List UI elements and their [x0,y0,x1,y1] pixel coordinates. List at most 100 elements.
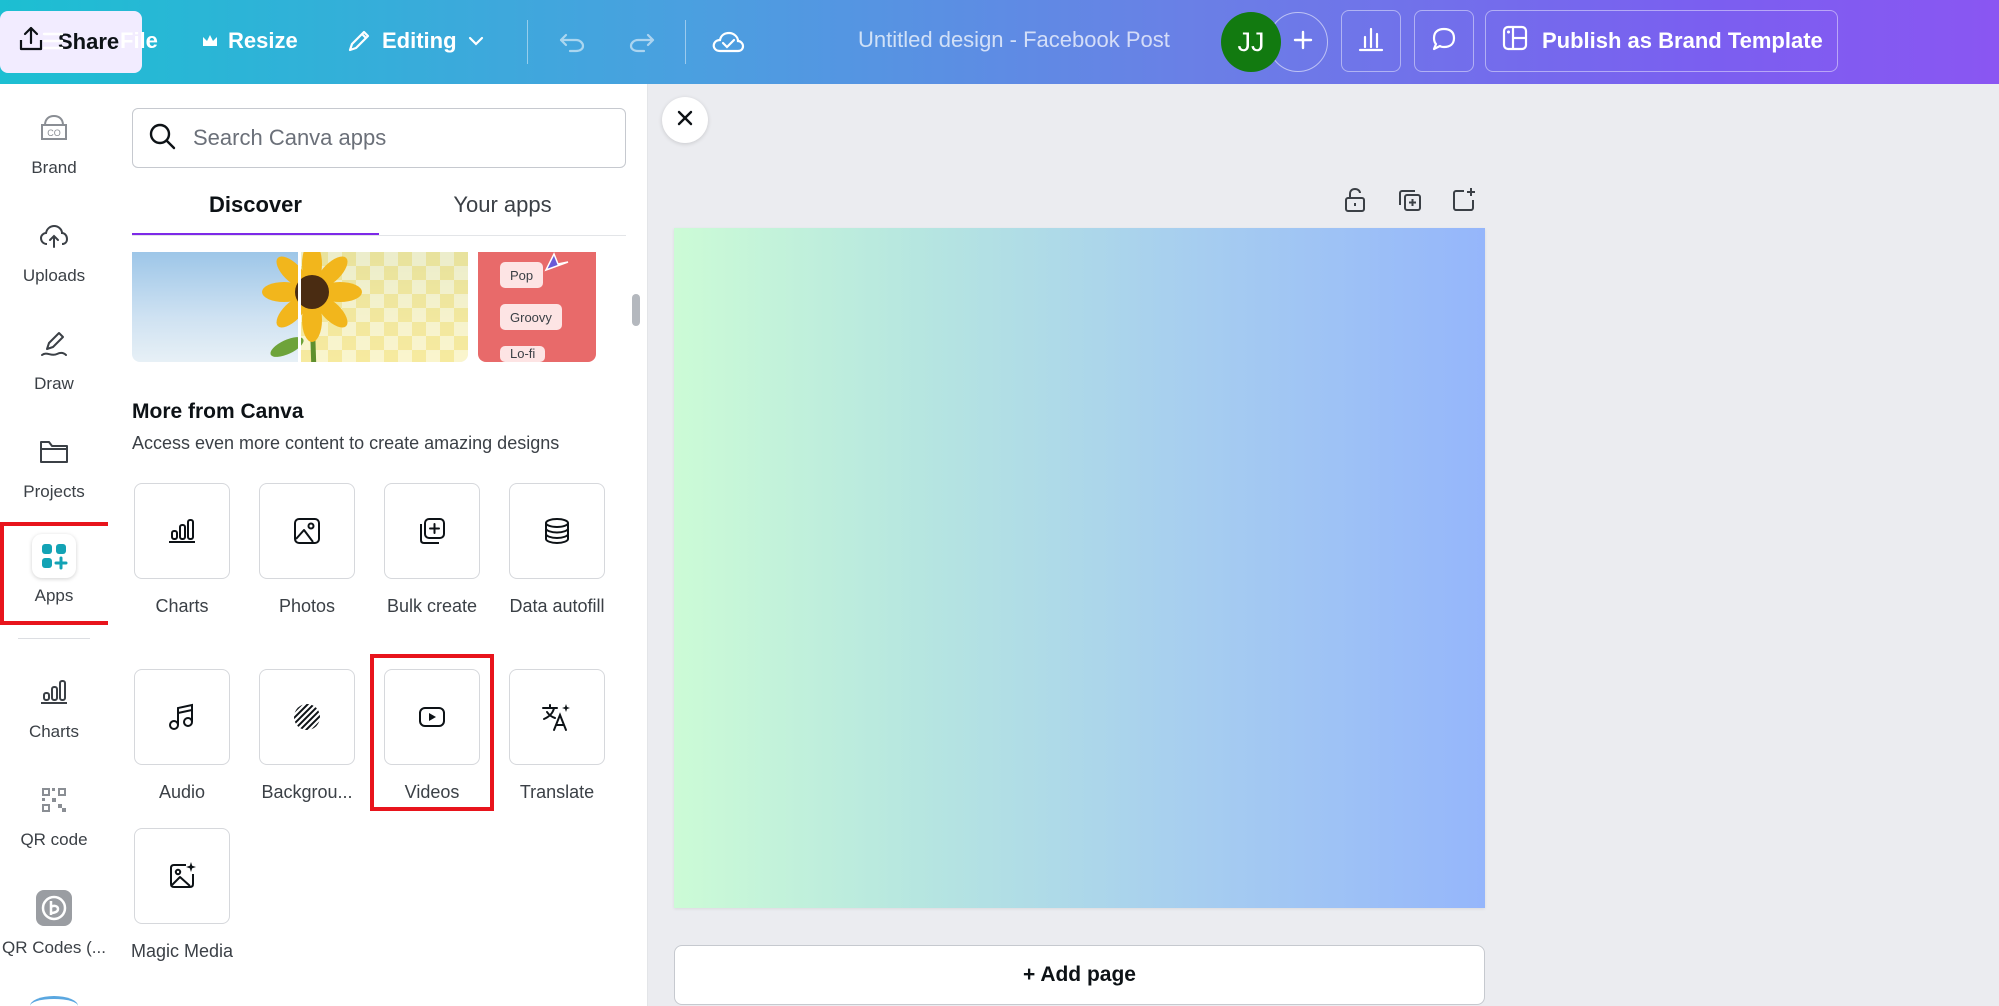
redo-icon [626,25,658,57]
add-page-button[interactable] [1446,184,1482,220]
undo-icon [556,25,588,57]
duplicate-page-button[interactable] [1392,184,1428,220]
hamburger-menu-icon [38,26,68,56]
fonts-styles-banner[interactable]: Pop Groovy Lo-fi [478,252,596,362]
play-video-icon [384,669,480,765]
background-remover-banner[interactable] [132,252,468,362]
split-divider [298,252,301,362]
app-tile-charts[interactable]: Charts [132,483,232,619]
add-page-bar-button[interactable]: + Add page [674,945,1485,1005]
app-tile-videos[interactable]: Videos [382,669,482,805]
cloud-check-icon [710,24,746,60]
sidebar-divider [18,638,90,639]
style-chip: Lo-fi [500,346,546,362]
app-tile-data-autofill[interactable]: Data autofill [507,483,607,619]
bar-chart-icon [134,483,230,579]
top-toolbar: File Resize Editing Untitled design - Fa… [0,0,1999,84]
sidebar-item-uploads[interactable]: Uploads [0,214,108,286]
app-tile-backgrounds[interactable]: Backgrou... [257,669,357,805]
app-label: Magic Media [130,941,234,961]
editing-mode-dropdown[interactable]: Editing [344,26,487,56]
qr-codes-app-icon [32,886,76,930]
app-tile-audio[interactable]: Audio [132,669,232,805]
sidebar-item-charts[interactable]: Charts [0,670,108,742]
apps-grid-icon [32,534,76,578]
magic-media-icon [134,828,230,924]
sidebar-item-projects[interactable]: Projects [0,430,108,502]
menu-button[interactable] [38,26,68,56]
style-chip: Groovy [500,304,562,330]
app-label: Photos [278,596,336,616]
apps-panel: Discover Your apps Pop Groovy Lo-fi More… [108,84,648,1006]
sidebar-label: Projects [23,482,85,501]
cursor-pointer-icon [544,252,569,272]
svg-text:CO: CO [47,128,61,138]
resize-button[interactable]: Resize [200,28,298,54]
app-label: Videos [404,782,460,802]
app-label: Bulk create [386,596,478,616]
app-tile-translate[interactable]: Translate [507,669,607,805]
redo-button[interactable] [626,25,658,57]
bulk-create-icon [384,483,480,579]
speech-bubble-icon [1428,23,1460,60]
background-pattern-icon [259,669,355,765]
draw-pen-icon [32,322,76,366]
section-title: More from Canva [132,400,304,423]
apps-tabs: Discover Your apps [132,184,626,236]
close-panel-button[interactable] [662,97,708,143]
toolbar-divider [527,20,528,64]
unlock-icon [1341,186,1369,219]
close-icon [675,108,695,133]
tabs-divider [132,235,626,236]
sidebar-label: QR Codes (... [2,938,106,957]
resize-label: Resize [228,28,298,53]
sidebar-item-qr-code[interactable]: QR code [0,778,108,850]
sidebar-item-qr-codes-app[interactable]: QR Codes (... [0,886,108,958]
sidebar-label: Brand [31,158,77,177]
tab-your-apps[interactable]: Your apps [379,184,626,236]
style-chip: Pop [500,262,544,288]
bar-chart-icon [32,670,76,714]
sunflower-image [262,252,362,362]
undo-button[interactable] [556,25,588,57]
database-icon [509,483,605,579]
template-icon [1500,23,1530,59]
app-label: Charts [155,596,209,616]
sidebar-item-apps[interactable]: Apps [0,534,108,606]
sidebar-label: Draw [34,374,74,393]
save-status-button[interactable] [710,24,746,60]
pencil-icon [344,26,374,56]
app-tile-magic-media[interactable]: Magic Media [130,828,234,964]
search-box[interactable] [132,108,626,168]
editing-label: Editing [382,28,457,53]
app-tile-bulk-create[interactable]: Bulk create [382,483,482,619]
music-note-icon [134,669,230,765]
design-page-canvas[interactable] [674,228,1485,908]
cloud-upload-icon [32,214,76,258]
insights-button[interactable] [1341,10,1401,72]
left-sidebar: CO Brand Uploads Draw Projects Apps Char… [0,84,108,1006]
tab-discover[interactable]: Discover [132,184,379,236]
app-tile-photos[interactable]: Photos [257,483,357,619]
crown-icon [200,31,220,51]
design-title[interactable]: Untitled design - Facebook Post [858,27,1170,53]
more-apps-indicator [30,996,78,1006]
translate-icon [509,669,605,765]
lock-page-button[interactable] [1337,184,1373,220]
app-label: Translate [519,782,595,802]
sidebar-item-brand[interactable]: CO Brand [0,106,108,178]
search-input[interactable] [193,125,593,151]
add-page-icon [1450,186,1478,219]
app-label: Data autofill [509,596,605,616]
publish-brand-template-button[interactable]: Publish as Brand Template [1485,10,1838,72]
file-menu-button[interactable]: File [120,28,158,54]
file-label: File [120,28,158,53]
image-icon [259,483,355,579]
user-avatar[interactable]: JJ [1221,12,1281,72]
sidebar-item-draw[interactable]: Draw [0,322,108,394]
search-icon [147,121,177,156]
sidebar-label: Charts [28,722,80,741]
app-label: Audio [158,782,206,802]
comments-button[interactable] [1414,10,1474,72]
panel-scrollbar[interactable] [632,294,640,326]
